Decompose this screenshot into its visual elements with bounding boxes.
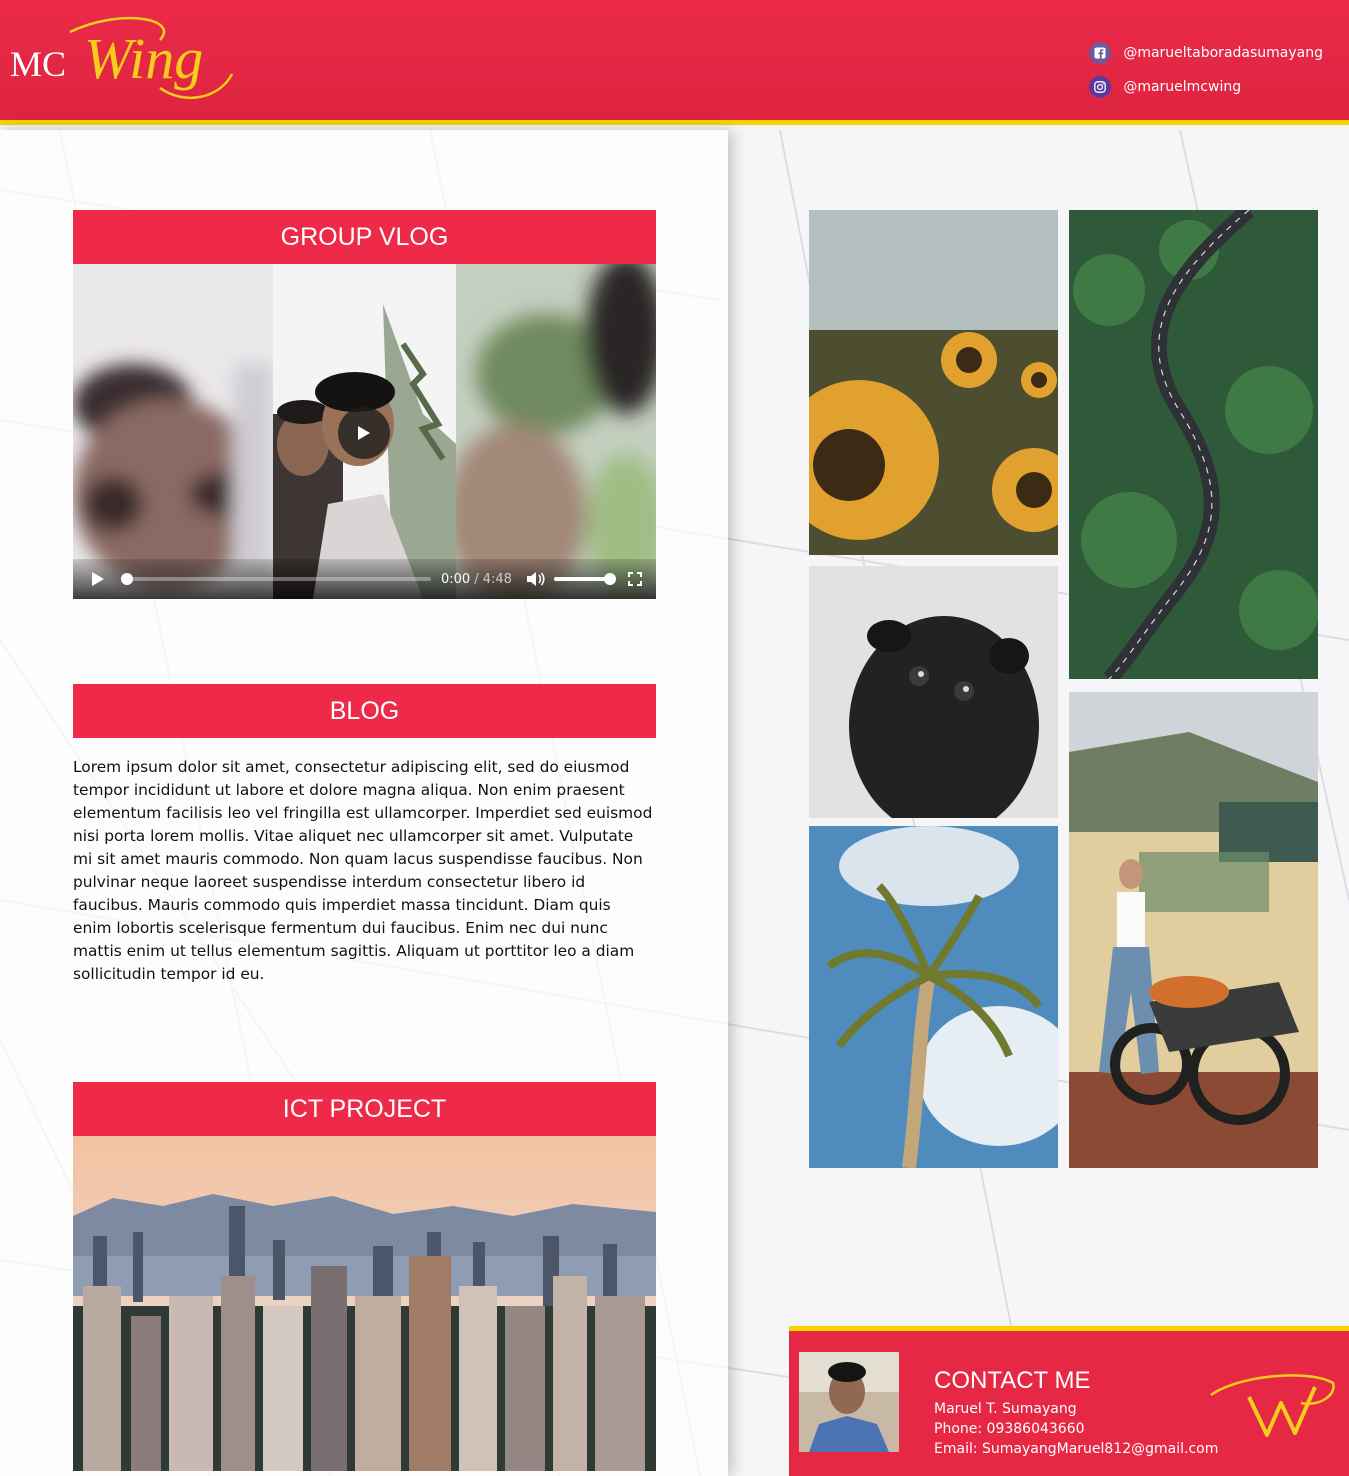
video-frame-right	[456, 264, 656, 599]
site-header: MC Wing @marueltaboradasumayang @maruelm…	[0, 0, 1349, 125]
pug-photo[interactable]	[809, 566, 1058, 818]
ict-project-title: ICT PROJECT	[73, 1082, 656, 1136]
play-icon	[358, 426, 370, 440]
facebook-icon	[1089, 42, 1112, 64]
contact-email[interactable]: Email: SumayangMaruel812@gmail.com	[934, 1441, 1218, 1457]
instagram-icon	[1089, 76, 1112, 98]
sunflowers-photo[interactable]	[809, 210, 1058, 555]
current-time: 0:00	[441, 571, 471, 587]
svg-text:MC: MC	[10, 44, 66, 84]
volume-slider[interactable]	[553, 573, 616, 585]
video-controls: 0:00 / 4:48	[73, 559, 656, 599]
volume-icon[interactable]	[526, 571, 546, 587]
play-overlay-button[interactable]	[338, 407, 390, 459]
group-vlog-title: GROUP VLOG	[73, 210, 656, 264]
avatar	[799, 1352, 899, 1452]
blog-body: Lorem ipsum dolor sit amet, consectetur …	[73, 758, 653, 983]
contact-title: CONTACT ME	[934, 1367, 1091, 1394]
girl-motorcycle-photo[interactable]	[1069, 692, 1318, 1168]
wing-logo-mark	[1210, 1374, 1335, 1437]
ict-project-image[interactable]	[73, 1136, 656, 1471]
seek-thumb[interactable]	[121, 573, 133, 585]
mcwing-logo[interactable]: MC Wing	[10, 14, 250, 106]
group-vlog-video[interactable]: 0:00 / 4:48	[73, 264, 656, 599]
facebook-link[interactable]: @marueltaboradasumayang	[1089, 36, 1323, 70]
facebook-handle: @marueltaboradasumayang	[1123, 45, 1323, 61]
contact-name: Maruel T. Sumayang	[934, 1401, 1077, 1417]
video-seek-bar[interactable]	[121, 573, 431, 585]
instagram-handle: @maruelmcwing	[1123, 79, 1242, 95]
play-button[interactable]	[91, 571, 105, 587]
duration: / 4:48	[474, 571, 512, 587]
fullscreen-icon[interactable]	[627, 572, 642, 586]
volume-thumb[interactable]	[603, 573, 616, 585]
instagram-link[interactable]: @maruelmcwing	[1089, 70, 1323, 104]
winding-road-photo[interactable]	[1069, 210, 1318, 679]
blog-title: BLOG	[73, 684, 656, 738]
video-frame-left	[73, 264, 273, 599]
palm-tree-photo[interactable]	[809, 826, 1058, 1168]
contact-card: CONTACT ME Maruel T. Sumayang Phone: 093…	[789, 1326, 1349, 1476]
svg-text:Wing: Wing	[84, 26, 203, 91]
contact-phone: Phone: 09386043660	[934, 1421, 1085, 1437]
social-links: @marueltaboradasumayang @maruelmcwing	[1089, 36, 1323, 104]
